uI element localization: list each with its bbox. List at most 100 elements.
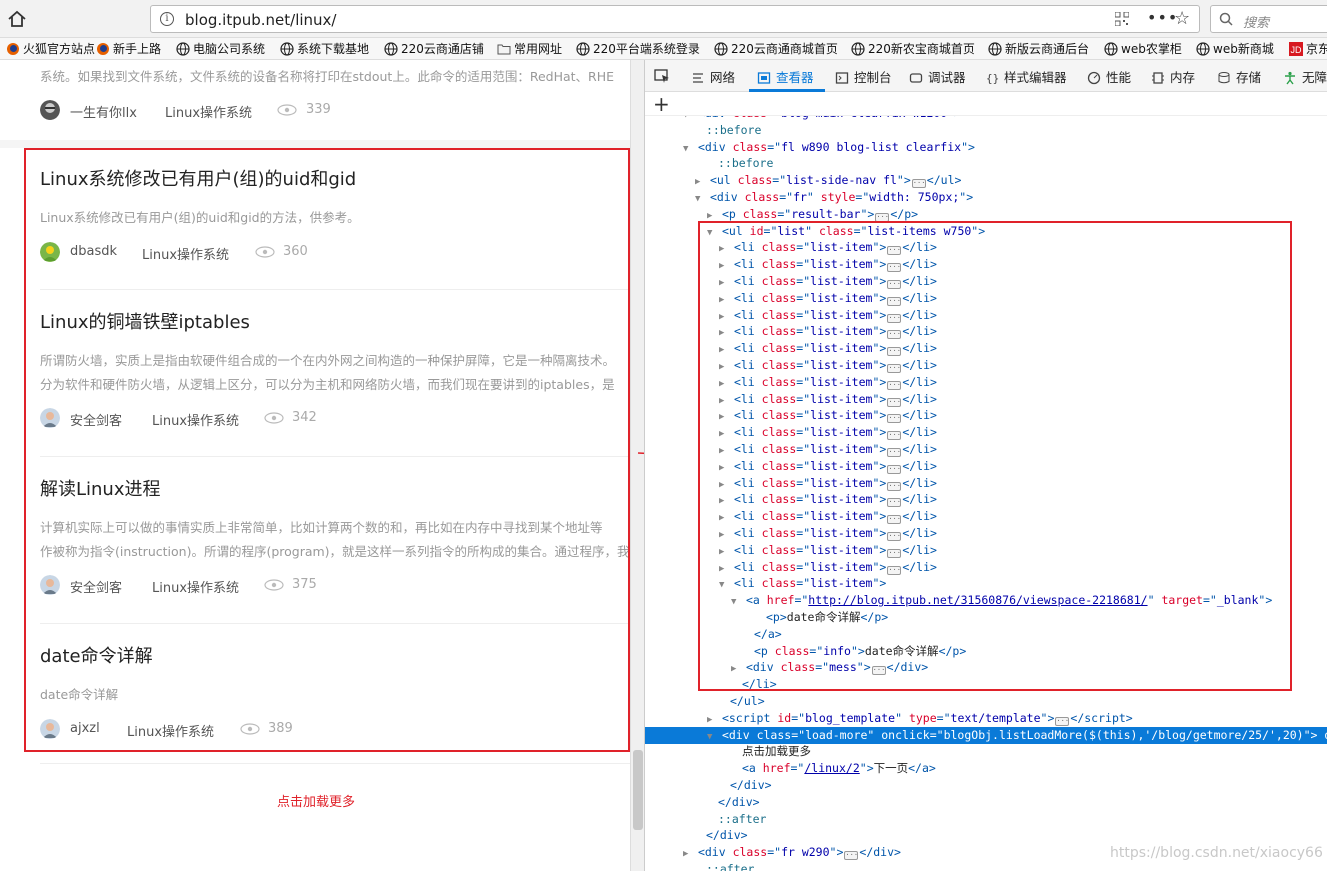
- article-excerpt: 系统。如果找到文件系统，文件系统的设备名称将打印在stdout上。此命令的适用范…: [40, 69, 615, 84]
- section-divider: [0, 140, 632, 148]
- tab-console[interactable]: 控制台: [835, 67, 892, 86]
- devtools-toolbar: 网络 查看器 控制台 调试器 {} 样式编辑器 性能 内存 存储 无障碍: [645, 60, 1327, 92]
- search-icon: [1219, 12, 1233, 26]
- home-icon[interactable]: [6, 9, 28, 29]
- bookmark-label: 系统下载基地: [297, 42, 370, 56]
- globe-icon: [1104, 42, 1118, 56]
- dom-node[interactable]: ▶ <ul class="list-side-nav fl"> ···</ul>: [645, 172, 1327, 189]
- tab-style-editor[interactable]: {} 样式编辑器: [985, 67, 1067, 86]
- ellipsis-icon[interactable]: ···: [1055, 716, 1070, 726]
- tab-storage[interactable]: 存储: [1217, 67, 1261, 86]
- dom-node[interactable]: </ul>: [645, 693, 1327, 710]
- tab-performance[interactable]: 性能: [1087, 67, 1131, 86]
- bookmark-item[interactable]: web农掌柜: [1104, 41, 1182, 57]
- bookmark-item[interactable]: JD京东: [1289, 41, 1327, 57]
- dom-node-selected[interactable]: ▼ <div class="load-more" onclick="blogOb…: [645, 726, 1327, 744]
- bookmark-label: 新手上路: [113, 42, 162, 56]
- tab-label: 样式编辑器: [1004, 70, 1067, 85]
- watermark: https://blog.csdn.net/xiaocy66: [1110, 845, 1323, 861]
- ellipsis-icon[interactable]: ···: [911, 179, 926, 189]
- search-input[interactable]: 搜索: [1210, 5, 1327, 33]
- bookmark-label: 220云商通店铺: [401, 42, 484, 56]
- qr-code-icon[interactable]: [1115, 12, 1129, 26]
- tab-label: 无障碍: [1302, 70, 1327, 85]
- url-bar[interactable]: i blog.itpub.net/linux/ ••• ☆: [150, 5, 1200, 33]
- bookmark-label: 常用网址: [514, 42, 563, 56]
- globe-icon: [176, 42, 190, 56]
- bookmark-label: 京东: [1306, 42, 1327, 56]
- bookmark-item[interactable]: 系统下载基地: [280, 41, 369, 57]
- element-picker-icon[interactable]: [654, 69, 670, 83]
- tab-accessibility[interactable]: 无障碍: [1283, 67, 1327, 86]
- bookmark-label: web新商城: [1213, 42, 1274, 56]
- performance-icon: [1087, 71, 1101, 85]
- globe-icon: [988, 42, 1002, 56]
- bookmark-label: 220平台端系统登录: [593, 42, 700, 56]
- bookmark-item[interactable]: 220平台端系统登录: [576, 41, 700, 57]
- bookmark-label: 火狐官方站点: [23, 42, 96, 56]
- url-text[interactable]: blog.itpub.net/linux/: [185, 11, 336, 29]
- tab-debugger[interactable]: 调试器: [909, 67, 966, 86]
- globe-icon: [1196, 42, 1210, 56]
- jd-icon: JD: [1289, 42, 1303, 56]
- add-node-icon[interactable]: +: [653, 92, 670, 116]
- highlight-box: [24, 148, 630, 752]
- globe-icon: [576, 42, 590, 56]
- view-count: 339: [306, 102, 331, 117]
- pseudo-element[interactable]: ::before: [645, 122, 1327, 139]
- accessibility-icon: [1285, 71, 1295, 85]
- dom-node[interactable]: </div>: [645, 794, 1327, 811]
- info-icon[interactable]: i: [160, 12, 174, 26]
- ellipsis-icon[interactable]: ···: [844, 851, 859, 861]
- bookmark-item[interactable]: 新手上路: [96, 41, 161, 57]
- tab-network[interactable]: 网络: [691, 67, 735, 86]
- bookmark-item[interactable]: 220云商通店铺: [384, 41, 484, 57]
- dom-node[interactable]: <a href="/linux/2">下一页</a>: [645, 760, 1327, 777]
- page-scrollbar[interactable]: [630, 60, 644, 871]
- globe-icon: [714, 42, 728, 56]
- tab-label: 内存: [1170, 70, 1196, 85]
- dom-node[interactable]: ▶ <script id="blog_template" type="text/…: [645, 710, 1327, 727]
- tab-memory[interactable]: 内存: [1151, 67, 1195, 86]
- globe-icon: [384, 42, 398, 56]
- globe-icon: [851, 42, 865, 56]
- blog-page: 系统。如果找到文件系统，文件系统的设备名称将打印在stdout上。此命令的适用范…: [0, 60, 632, 871]
- dom-node[interactable]: ▼ <div class="fl w890 blog-list clearfix…: [645, 139, 1327, 156]
- tab-label: 存储: [1236, 70, 1262, 85]
- pseudo-element[interactable]: ::before: [645, 155, 1327, 172]
- console-icon: [835, 72, 849, 84]
- tab-label: 查看器: [776, 70, 814, 85]
- devtools-subbar: +: [645, 92, 1327, 116]
- bookmark-label: 220云商通商城首页: [731, 42, 838, 56]
- firefox-icon: [7, 43, 19, 55]
- load-more-link[interactable]: 点击加载更多: [0, 791, 632, 810]
- text-node[interactable]: 点击加载更多: [645, 743, 1327, 760]
- bookmark-item[interactable]: 新版云商通后台: [988, 41, 1089, 57]
- inspector-icon: [757, 72, 771, 84]
- pseudo-element[interactable]: ::after: [645, 861, 1327, 871]
- dom-node[interactable]: </div>: [645, 777, 1327, 794]
- tab-label: 控制台: [854, 70, 892, 85]
- bookmark-label: 220新农宝商城首页: [868, 42, 975, 56]
- debugger-icon: [909, 73, 923, 83]
- author-name[interactable]: 一生有你llx: [70, 102, 137, 121]
- bookmark-item[interactable]: 220云商通商城首页: [714, 41, 838, 57]
- network-icon: [693, 73, 703, 83]
- dom-node[interactable]: </div>: [645, 827, 1327, 844]
- bookmark-item[interactable]: 火狐官方站点: [6, 41, 95, 57]
- bookmark-star-icon[interactable]: ☆: [1174, 8, 1190, 29]
- tab-inspector[interactable]: 查看器: [757, 67, 814, 86]
- tab-label: 调试器: [928, 70, 966, 85]
- storage-icon: [1218, 72, 1230, 84]
- scrollbar-thumb[interactable]: [633, 750, 643, 830]
- bookmark-item[interactable]: 电脑公司系统: [176, 41, 265, 57]
- dom-node[interactable]: ▼ <div class="fr" style="width: 750px;">: [645, 189, 1327, 206]
- bookmark-label: 新版云商通后台: [1005, 42, 1090, 56]
- bookmark-item[interactable]: 220新农宝商城首页: [851, 41, 975, 57]
- list-divider: [40, 763, 630, 764]
- bookmark-item[interactable]: web新商城: [1196, 41, 1274, 57]
- bookmark-item[interactable]: 常用网址: [497, 41, 562, 57]
- category-label[interactable]: Linux操作系统: [165, 102, 252, 121]
- pseudo-element[interactable]: ::after: [645, 811, 1327, 828]
- folder-icon: [497, 44, 511, 55]
